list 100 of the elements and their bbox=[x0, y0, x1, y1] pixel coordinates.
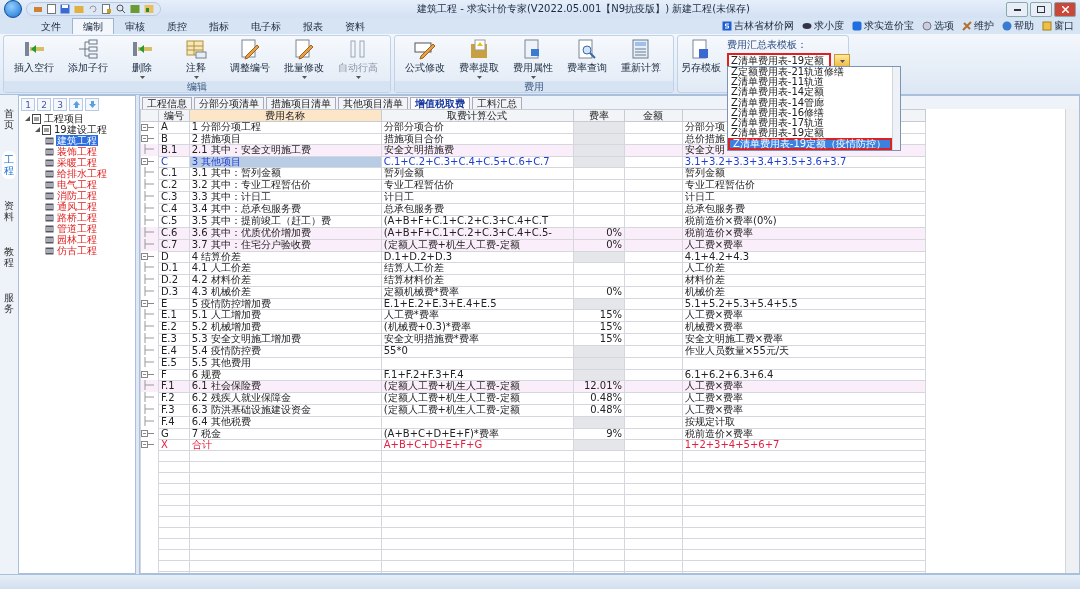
ribbon-button[interactable]: 删除 bbox=[115, 38, 169, 79]
table-cell: 3.7 其中：住宅分户验收费 bbox=[191, 240, 311, 250]
level-button[interactable]: 3 bbox=[53, 98, 67, 111]
menu-tab[interactable]: 审核 bbox=[114, 18, 156, 34]
tree-item[interactable]: 电气工程 bbox=[56, 179, 98, 190]
toolbar-link[interactable]: 选项 bbox=[934, 19, 954, 33]
ribbon-button[interactable]: 费率查询 bbox=[560, 38, 614, 75]
table-row[interactable]: X 合计 A+B+C+D+E+F+G 1+2+3+4+5+6+7 bbox=[140, 439, 926, 450]
side-nav-item[interactable]: 教程 bbox=[2, 243, 16, 271]
ribbon-button[interactable]: 注释 bbox=[169, 38, 223, 79]
ribbon-button[interactable]: 重新计算 bbox=[614, 38, 668, 75]
tree-item[interactable]: 仿古工程 bbox=[56, 245, 98, 256]
table-cell: 5 疫情防控增加费 bbox=[191, 299, 272, 308]
table-cell: 专业工程暂估价 bbox=[383, 180, 454, 190]
side-nav-item[interactable]: 工程 bbox=[2, 151, 16, 179]
ribbon-button[interactable]: 费用属性 bbox=[506, 38, 560, 79]
minimize-button[interactable] bbox=[1006, 1, 1028, 17]
tree-item[interactable]: 建筑工程 bbox=[56, 135, 98, 146]
level-button[interactable]: 1 bbox=[21, 98, 35, 111]
dropdown-option[interactable]: Z清单费用表-19定额（疫情防控） bbox=[728, 138, 892, 151]
ribbon-button[interactable]: 插入空行 bbox=[7, 38, 61, 75]
menu-tab[interactable]: 电子标 bbox=[240, 18, 292, 34]
table-cell: 0% bbox=[606, 240, 622, 250]
save-icon bbox=[60, 4, 70, 14]
ribbon-button[interactable]: 添加子行 bbox=[61, 38, 115, 75]
menu-tab[interactable]: 资料 bbox=[334, 18, 376, 34]
scrollbar[interactable] bbox=[1065, 109, 1079, 573]
table-cell: 15% bbox=[599, 310, 622, 320]
toolbar-link[interactable]: 求小度 bbox=[814, 19, 844, 33]
menu-tab[interactable]: 指标 bbox=[198, 18, 240, 34]
tree-item[interactable]: 给排水工程 bbox=[56, 168, 108, 179]
toolbar-link[interactable]: 吉林省材价网 bbox=[734, 19, 794, 33]
tree-item[interactable]: 装饰工程 bbox=[56, 146, 98, 157]
tree-item[interactable]: 路桥工程 bbox=[56, 212, 98, 223]
table-row[interactable]: F 6 规费 F.1+F.2+F.3+F.4 6.1+6.2+6.3+6.4 bbox=[140, 369, 926, 380]
toolbar-link[interactable]: 求实造价宝 bbox=[864, 19, 914, 33]
tree-item[interactable]: 消防工程 bbox=[56, 190, 98, 201]
sheet-tab[interactable]: 工程信息 bbox=[142, 97, 192, 109]
ribbon-button[interactable]: 批量修改 bbox=[277, 38, 331, 79]
table-cell: 3 其他项目 bbox=[191, 157, 242, 166]
ribbon-button[interactable]: 公式修改 bbox=[398, 38, 452, 75]
tree-item[interactable]: 管道工程 bbox=[56, 223, 98, 234]
sheet-tab[interactable]: 工料汇总 bbox=[472, 97, 522, 109]
caret-icon bbox=[839, 59, 845, 63]
side-nav-item[interactable]: 服务 bbox=[2, 289, 16, 317]
menu-tab[interactable]: 编制 bbox=[72, 18, 114, 34]
ribbon-button[interactable]: 另存模板 bbox=[681, 38, 721, 75]
sheet-tab[interactable]: 措施项目清单 bbox=[266, 97, 336, 109]
toolbar-link[interactable]: 维护 bbox=[974, 19, 994, 33]
table-cell: 税前造价×费率 bbox=[684, 228, 754, 238]
tree-line-icon bbox=[141, 404, 154, 414]
column-header: 费率 bbox=[588, 110, 609, 121]
maximize-button[interactable] bbox=[1030, 1, 1052, 17]
tree-item[interactable]: 19建设工程 bbox=[53, 124, 108, 135]
table-cell: 5.1 人工增加费 bbox=[191, 310, 261, 320]
table-cell: 定额机械费*费率 bbox=[383, 287, 459, 297]
table-cell: A bbox=[160, 122, 168, 133]
table-cell: 机械费×费率 bbox=[684, 322, 744, 332]
move-up-button[interactable] bbox=[69, 98, 83, 111]
document-icon bbox=[42, 124, 51, 135]
tree-item[interactable]: 园林工程 bbox=[56, 234, 98, 245]
app-logo[interactable] bbox=[4, 0, 22, 18]
menu-tab[interactable]: 文件 bbox=[30, 18, 72, 34]
menu-tab[interactable]: 报表 bbox=[292, 18, 334, 34]
tree-line-icon bbox=[141, 167, 154, 177]
ribbon-button[interactable]: 调整编号 bbox=[223, 38, 277, 75]
dropdown-option[interactable]: Z清单费用表-14管廊 bbox=[728, 97, 892, 108]
move-down-button[interactable] bbox=[85, 98, 99, 111]
table-row[interactable]: C 3 其他项目 C.1+C.2+C.3+C.4+C.5+C.6+C.7 3.1+3.2+3.3+3.4+3.5+3.6+3.7 bbox=[140, 156, 926, 167]
tree-item[interactable]: 采暖工程 bbox=[56, 157, 98, 168]
field-label: 费用汇总表模板： bbox=[727, 38, 808, 52]
tree-line-icon bbox=[141, 392, 154, 402]
tree-item[interactable]: 通风工程 bbox=[56, 201, 98, 212]
sheet-tab[interactable]: 分部分项清单 bbox=[194, 97, 264, 109]
table-icon bbox=[45, 235, 54, 244]
table-cell: D.1 bbox=[160, 263, 179, 273]
table-cell: 2 措施项目 bbox=[191, 134, 242, 143]
table-cell: E.1+E.2+E.3+E.4+E.5 bbox=[383, 299, 497, 308]
dropdown-option[interactable]: Z清单费用表-14定额 bbox=[728, 87, 892, 98]
table-cell: 人工费×费率 bbox=[684, 381, 744, 391]
toolbar-link[interactable]: 窗口 bbox=[1054, 19, 1074, 33]
tree-item[interactable]: 工程项目 bbox=[43, 113, 85, 124]
toolbar-link[interactable]: 帮助 bbox=[1014, 19, 1034, 33]
table-cell: 5.1+5.2+5.3+5.4+5.5 bbox=[684, 299, 798, 308]
close-button[interactable] bbox=[1054, 1, 1076, 17]
menu-tab[interactable]: 质控 bbox=[156, 18, 198, 34]
side-nav-item[interactable]: 首页 bbox=[2, 105, 16, 133]
table-row[interactable]: D 4 结算价差 D.1+D.2+D.3 4.1+4.2+4.3 bbox=[140, 251, 926, 262]
caret-icon bbox=[301, 76, 307, 79]
side-nav-item[interactable]: 资料 bbox=[2, 197, 16, 225]
tree-line-icon bbox=[141, 215, 154, 225]
table-cell: D.2 bbox=[160, 275, 179, 285]
dropdown-option[interactable]: Z定额费用表-21轨道修缮 bbox=[728, 67, 892, 78]
level-button[interactable]: 2 bbox=[37, 98, 51, 111]
arrow-up-icon bbox=[72, 101, 80, 108]
sheet-tab[interactable]: 其他项目清单 bbox=[338, 97, 408, 109]
ribbon-button[interactable]: 费率提取 bbox=[452, 38, 506, 79]
table-row[interactable]: E 5 疫情防控增加费 E.1+E.2+E.3+E.4+E.5 5.1+5.2+5.3+5.4+5.5 bbox=[140, 298, 926, 309]
scrollbar[interactable] bbox=[892, 67, 900, 151]
sheet-tab[interactable]: 增值税取费 bbox=[410, 97, 470, 109]
